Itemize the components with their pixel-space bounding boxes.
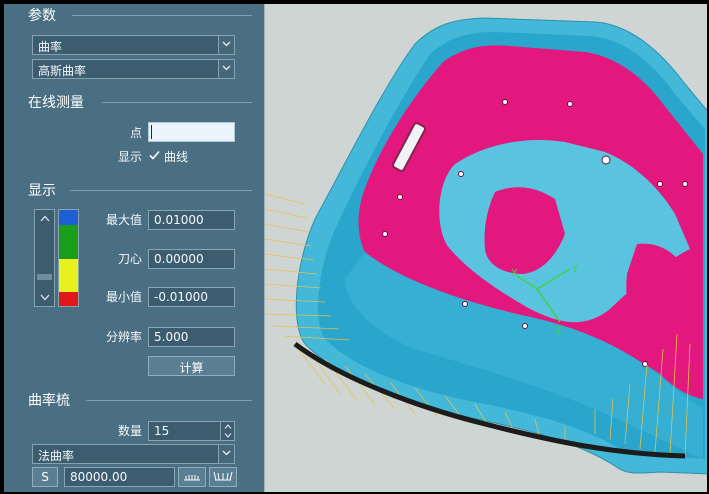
chevron-down-icon[interactable]: [218, 36, 234, 54]
min-value-label: 最小值: [105, 290, 142, 304]
color-swatch-yellow: [59, 259, 78, 292]
point-input[interactable]: [148, 122, 235, 142]
curve-checkbox[interactable]: [148, 149, 161, 162]
count-value: 15: [154, 424, 170, 438]
comb-style-short-button[interactable]: [178, 467, 206, 487]
comb-type-value: 法曲率: [38, 449, 75, 463]
color-scale-scrollbar[interactable]: [34, 209, 55, 307]
checkmark-icon: [149, 150, 160, 160]
section-divider: [102, 102, 252, 103]
color-swatch-green: [59, 225, 78, 259]
scrollbar-thumb[interactable]: [37, 274, 52, 280]
spin-buttons[interactable]: [220, 422, 234, 440]
resolution-label: 分辨率: [105, 330, 142, 344]
params-section-title: 参数: [28, 8, 56, 24]
section-divider: [72, 15, 252, 16]
analysis-type-value: 曲率: [38, 40, 63, 54]
max-value-label: 最大值: [105, 213, 142, 227]
center-label: 刀心: [117, 252, 142, 266]
count-label: 数量: [117, 424, 142, 438]
chevron-up-icon[interactable]: [40, 215, 50, 222]
display-section-title: 显示: [28, 183, 56, 199]
3d-viewport[interactable]: Y Z X: [264, 4, 707, 492]
spin-up-icon[interactable]: [224, 424, 232, 429]
center-value-field[interactable]: 0.00000: [148, 249, 235, 269]
point-label: 点: [129, 126, 142, 140]
count-spinbox[interactable]: 15: [148, 421, 235, 441]
comb-type-dropdown[interactable]: 法曲率: [32, 444, 235, 464]
curvature-type-value: 高斯曲率: [38, 64, 87, 78]
display-label: 显示: [117, 150, 142, 164]
curvature-analysis-panel: 参数 曲率 高斯曲率 在线测量 点 显示 曲线 显示 最大值 0.01000 刀…: [4, 4, 264, 492]
svg-text:X: X: [511, 268, 518, 279]
compute-button[interactable]: 计算: [148, 356, 235, 376]
chevron-down-icon[interactable]: [218, 60, 234, 78]
resolution-field[interactable]: 5.000: [148, 327, 235, 347]
car-hood-model: Y Z X: [265, 17, 707, 475]
app-window: 参数 曲率 高斯曲率 在线测量 点 显示 曲线 显示 最大值 0.01000 刀…: [0, 0, 709, 494]
section-divider: [86, 400, 252, 401]
scale-value-field[interactable]: 80000.00: [64, 467, 175, 487]
min-value-field[interactable]: -0.01000: [148, 287, 235, 307]
svg-text:Y: Y: [571, 264, 579, 275]
scale-button[interactable]: S: [32, 467, 58, 487]
comb-tall-icon: [213, 471, 233, 481]
analysis-type-dropdown[interactable]: 曲率: [32, 35, 235, 55]
spin-down-icon[interactable]: [224, 433, 232, 438]
color-scale-bar: [58, 209, 79, 307]
comb-short-icon: [184, 475, 200, 481]
section-divider: [70, 190, 252, 191]
chevron-down-icon[interactable]: [40, 294, 50, 301]
curve-checkbox-label: 曲线: [164, 150, 189, 164]
color-swatch-blue: [59, 210, 78, 225]
online-measure-section-title: 在线测量: [28, 95, 84, 111]
color-swatch-red: [59, 292, 78, 306]
comb-style-tall-button[interactable]: [209, 467, 237, 487]
chevron-down-icon[interactable]: [218, 445, 234, 463]
comb-section-title: 曲率梳: [28, 393, 70, 409]
text-cursor: [151, 125, 152, 139]
svg-text:Z: Z: [555, 326, 562, 337]
curvature-type-dropdown[interactable]: 高斯曲率: [32, 59, 235, 79]
max-value-field[interactable]: 0.01000: [148, 210, 235, 230]
